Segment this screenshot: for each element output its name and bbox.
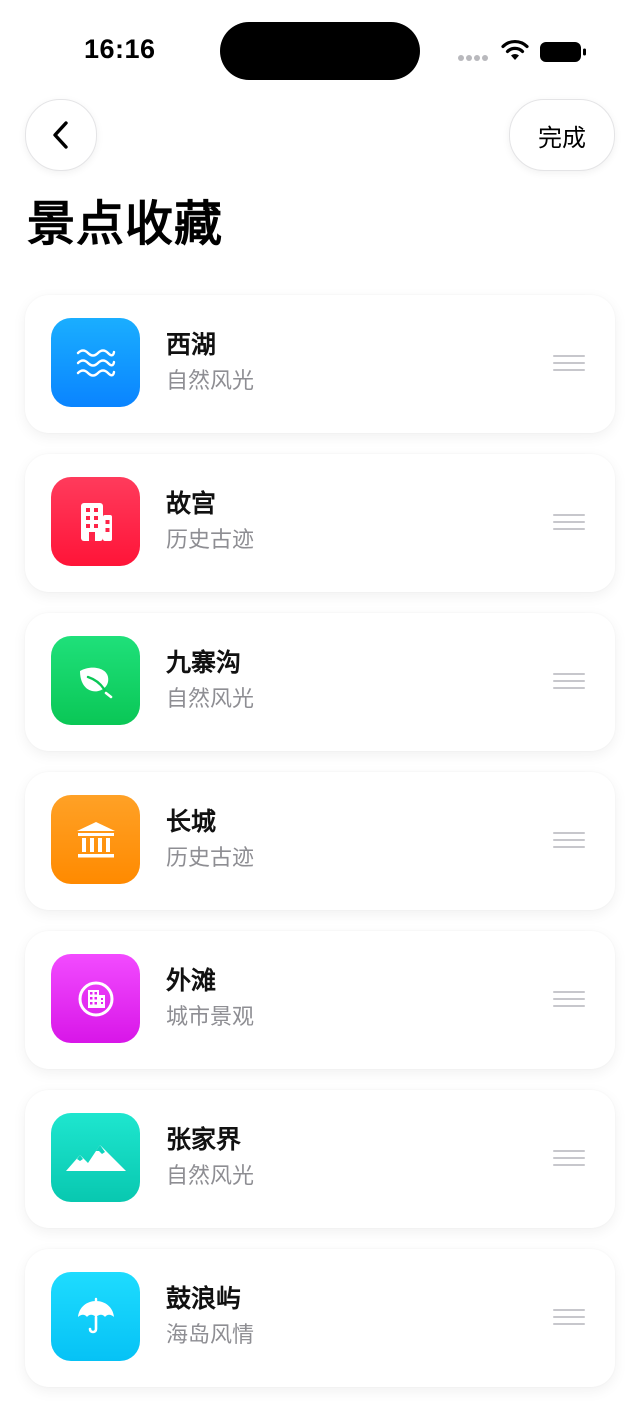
list-item[interactable]: 西湖 自然风光 [25,295,615,433]
chevron-left-icon [53,121,68,149]
list-item[interactable]: 长城 历史古迹 [25,772,615,910]
columns-landmark-icon [51,795,140,884]
umbrella-icon [51,1272,140,1361]
battery-icon [540,42,586,62]
item-name: 故宫 [166,489,217,518]
favorites-list: 西湖 自然风光 故宫 历史古迹 九寨沟 自然风光 长城 历史古迹 外滩 城市景观… [25,295,615,1408]
dynamic-island [220,22,420,80]
done-button[interactable]: 完成 [509,99,615,171]
item-name: 张家界 [166,1125,242,1154]
list-item[interactable]: 九寨沟 自然风光 [25,613,615,751]
item-name: 鼓浪屿 [166,1284,242,1313]
cellular-signal-icon [458,55,490,63]
item-name: 九寨沟 [166,648,242,677]
water-waves-icon [51,318,140,407]
item-category: 海岛风情 [166,1323,255,1348]
mountains-icon [51,1113,140,1202]
drag-handle-icon[interactable] [553,355,585,371]
list-item[interactable]: 鼓浪屿 海岛风情 [25,1249,615,1387]
building-icon [51,477,140,566]
drag-handle-icon[interactable] [553,991,585,1007]
item-category: 自然风光 [166,1164,255,1189]
wifi-icon [501,39,529,60]
leaf-icon [51,636,140,725]
back-button[interactable] [25,99,97,171]
item-category: 历史古迹 [166,528,255,553]
status-bar: 16:16 [0,0,640,100]
drag-handle-icon[interactable] [553,673,585,689]
list-item[interactable]: 张家界 自然风光 [25,1090,615,1228]
city-building-circle-icon [51,954,140,1043]
status-time: 16:16 [84,34,156,64]
drag-handle-icon[interactable] [553,514,585,530]
item-category: 历史古迹 [166,846,255,871]
item-name: 长城 [166,807,217,836]
item-category: 自然风光 [166,369,255,394]
item-name: 西湖 [166,330,217,359]
list-item[interactable]: 外滩 城市景观 [25,931,615,1069]
item-category: 自然风光 [166,687,255,712]
list-item[interactable]: 故宫 历史古迹 [25,454,615,592]
drag-handle-icon[interactable] [553,1150,585,1166]
item-name: 外滩 [166,966,217,995]
page-title: 景点收藏 [27,196,224,252]
drag-handle-icon[interactable] [553,832,585,848]
item-category: 城市景观 [166,1005,255,1030]
drag-handle-icon[interactable] [553,1309,585,1325]
